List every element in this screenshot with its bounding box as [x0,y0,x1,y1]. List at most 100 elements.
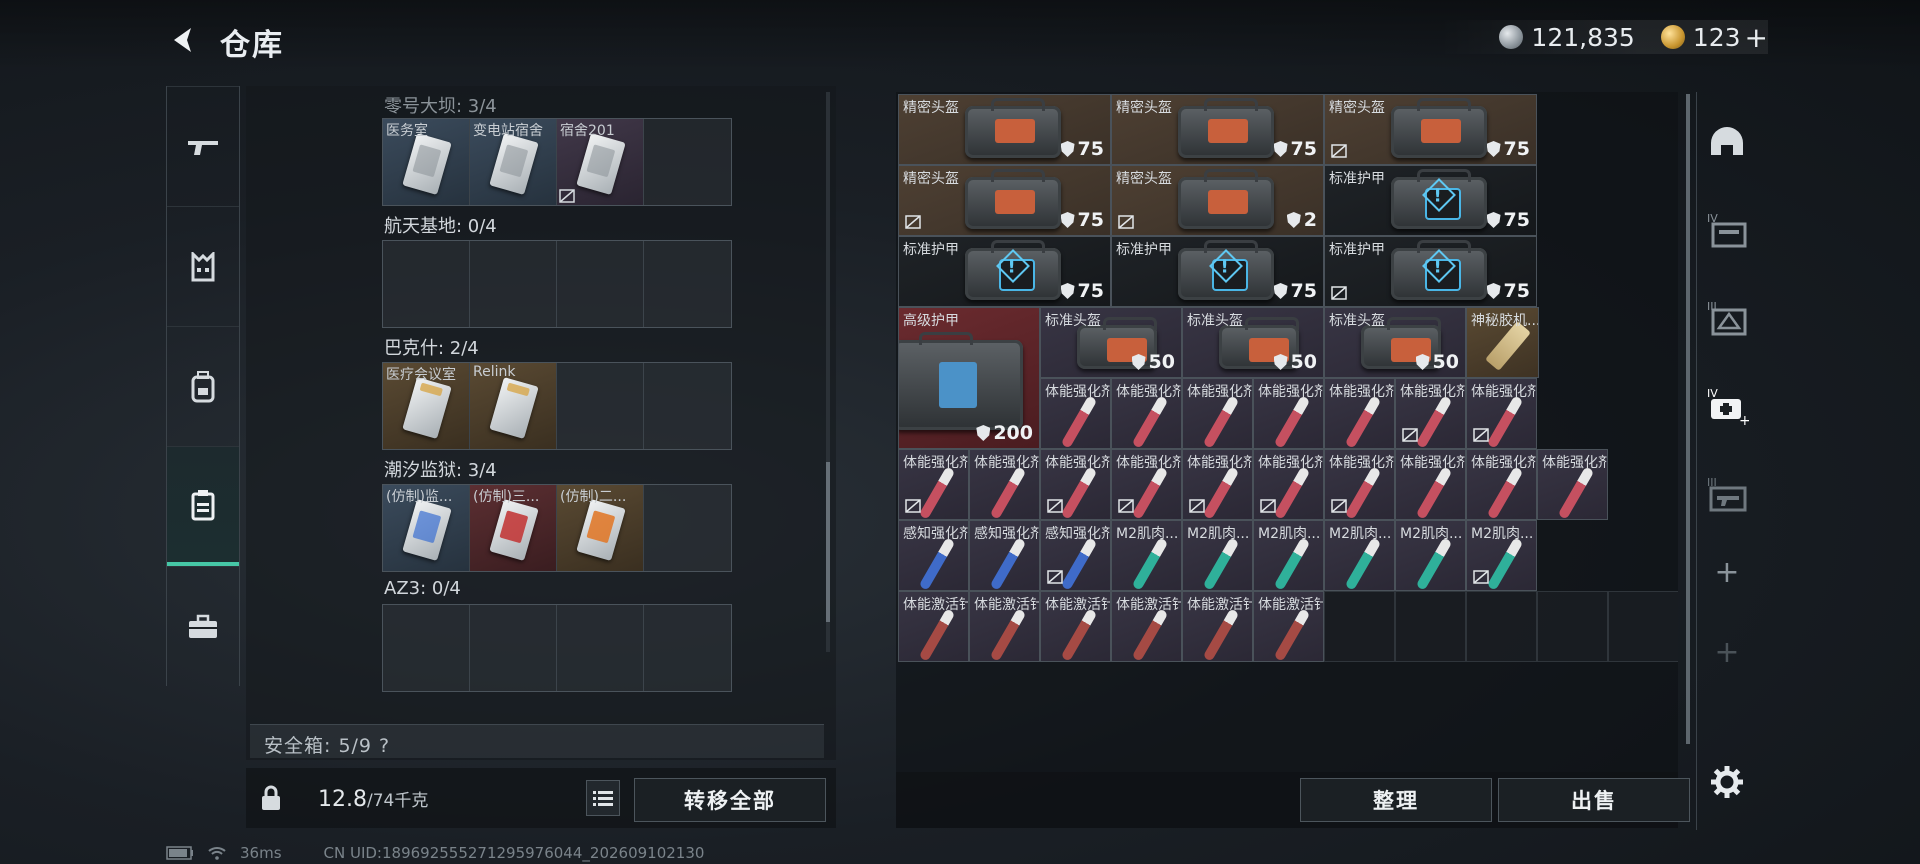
silver-amount: 121,835 [1531,22,1635,52]
keycard-slot[interactable]: 医务室 [383,119,470,205]
consumable-item[interactable]: 体能强化剂 [1253,378,1324,449]
consumable-item[interactable]: M2肌肉... [1182,520,1253,591]
helmet-item[interactable]: 精密头盔 2 [1111,165,1324,236]
weight-max: /74千克 [366,791,429,811]
consumable-item[interactable]: 体能强化剂 [969,449,1040,520]
advanced-armor-item[interactable]: 高级护甲 200 [898,307,1040,449]
empty-keycard-slot[interactable] [557,605,644,691]
consumable-item[interactable]: 体能激活针 [1040,591,1111,662]
consumable-item[interactable]: 体能强化剂 [898,449,969,520]
keycard-slot[interactable]: 宿舍201 [557,119,644,205]
keycard-slot[interactable]: (仿制)三... [470,485,557,571]
stash-tab-tier-iii-weapons[interactable]: III [1697,454,1757,534]
keycard-slot[interactable]: Relink [470,363,557,449]
consumable-item[interactable]: 体能激活针 [1253,591,1324,662]
empty-keycard-slot[interactable] [644,119,731,205]
consumable-item[interactable]: 体能强化剂 [1395,449,1466,520]
consumable-item[interactable]: 体能激活针 [898,591,969,662]
empty-stash-slot[interactable] [1608,591,1678,662]
consumable-item[interactable]: 体能强化剂 [1466,449,1537,520]
consumable-item[interactable]: 体能强化剂 [1324,449,1395,520]
consumable-item[interactable]: M2肌肉... [1253,520,1324,591]
category-toolbox[interactable] [167,566,239,686]
add-currency-button[interactable]: + [1745,21,1768,54]
consumable-item[interactable]: 体能强化剂 [1040,449,1111,520]
consumable-item[interactable]: M2肌肉... [1324,520,1395,591]
consumable-item[interactable]: 体能强化剂 [1466,378,1537,449]
consumable-item[interactable]: 感知强化剂 [898,520,969,591]
consumable-item[interactable]: 体能激活针 [969,591,1040,662]
consumable-item[interactable]: 感知强化剂 [1040,520,1111,591]
standard-helmet-item[interactable]: 标准头盔 50 [1324,307,1466,378]
add-stash-tab-button[interactable]: + [1697,532,1757,612]
no-trade-icon [1331,144,1347,158]
consumable-item[interactable]: 体能强化剂 [1537,449,1608,520]
consumable-item[interactable]: M2肌肉... [1111,520,1182,591]
empty-keycard-slot[interactable] [470,605,557,691]
consumable-item[interactable]: 体能强化剂 [1253,449,1324,520]
helmet-item[interactable]: 精密头盔 75 [1324,94,1537,165]
category-weapons[interactable] [167,86,239,206]
category-armor[interactable] [167,206,239,326]
empty-stash-slot[interactable] [1395,591,1466,662]
armor-item[interactable]: ! 标准护甲 75 [1111,236,1324,307]
armor-item[interactable]: ! 标准护甲 75 [1324,165,1537,236]
stash-tab-tier-iii-storage[interactable]: III [1697,278,1757,358]
armor-case-icon: III [1707,300,1747,336]
armor-item[interactable]: ! 标准护甲 75 [1324,236,1537,307]
syringe-icon [1060,607,1097,661]
empty-keycard-slot[interactable] [644,485,731,571]
empty-keycard-slot[interactable] [644,605,731,691]
back-button[interactable] [164,20,204,60]
keycard-slot[interactable]: 变电站宿舍 [470,119,557,205]
empty-keycard-slot[interactable] [383,605,470,691]
stash-tab-tier-iv-storage[interactable]: IV [1697,190,1757,270]
consumable-item[interactable]: 体能强化剂 [1395,378,1466,449]
item-name: M2肌肉... [1258,526,1321,542]
list-view-button[interactable] [586,780,620,816]
helmet-item[interactable]: 精密头盔 75 [898,94,1111,165]
helmet-item[interactable]: 精密头盔 75 [1111,94,1324,165]
empty-keycard-slot[interactable] [644,241,731,327]
empty-keycard-slot[interactable] [383,241,470,327]
stash-tab-tier-iv-medical[interactable]: IV + [1697,366,1757,446]
empty-stash-slot[interactable] [1537,591,1608,662]
consumable-item[interactable]: 感知强化剂 [969,520,1040,591]
ping-text: 36ms [240,844,282,862]
empty-keycard-slot[interactable] [557,241,644,327]
consumable-item[interactable]: 体能强化剂 [1182,449,1253,520]
helmet-item[interactable]: 精密头盔 75 [898,165,1111,236]
consumable-item[interactable]: 体能激活针 [1111,591,1182,662]
empty-stash-slot[interactable] [1324,591,1395,662]
empty-keycard-slot[interactable] [557,363,644,449]
empty-keycard-slot[interactable] [644,363,731,449]
consumable-item[interactable]: M2肌肉... [1466,520,1537,591]
lock-button[interactable] [246,770,296,826]
consumable-item[interactable]: 体能强化剂 [1182,378,1253,449]
stash-tab-helmet[interactable] [1697,102,1757,182]
sell-button[interactable]: 出售 [1498,778,1690,822]
consumable-item[interactable]: 体能强化剂 [1111,449,1182,520]
keycard-slot[interactable]: (仿制)二... [557,485,644,571]
standard-helmet-item[interactable]: 标准头盔 50 [1182,307,1324,378]
empty-stash-slot[interactable] [1466,591,1537,662]
standard-helmet-item[interactable]: 标准头盔 50 [1040,307,1182,378]
consumable-item[interactable]: 体能强化剂 [1111,378,1182,449]
mystery-item[interactable]: 神秘胶机... [1466,307,1539,378]
stash-scrollbar[interactable] [1686,94,1690,744]
gold-amount: 123 [1692,22,1741,52]
settings-button[interactable] [1697,742,1757,822]
keycard-scrollbar[interactable] [826,92,830,652]
empty-keycard-slot[interactable] [470,241,557,327]
keycard-slot[interactable]: 医疗会议室 [383,363,470,449]
keycard-slot[interactable]: (仿制)监... [383,485,470,571]
consumable-item[interactable]: 体能强化剂 [1040,378,1111,449]
transfer-all-button[interactable]: 转移全部 [634,778,826,822]
consumable-item[interactable]: 体能激活针 [1182,591,1253,662]
consumable-item[interactable]: 体能强化剂 [1324,378,1395,449]
consumable-item[interactable]: M2肌肉... [1395,520,1466,591]
armor-item[interactable]: ! 标准护甲 75 [898,236,1111,307]
category-backpack[interactable] [167,326,239,446]
category-keys[interactable] [167,446,239,566]
sort-button[interactable]: 整理 [1300,778,1492,822]
